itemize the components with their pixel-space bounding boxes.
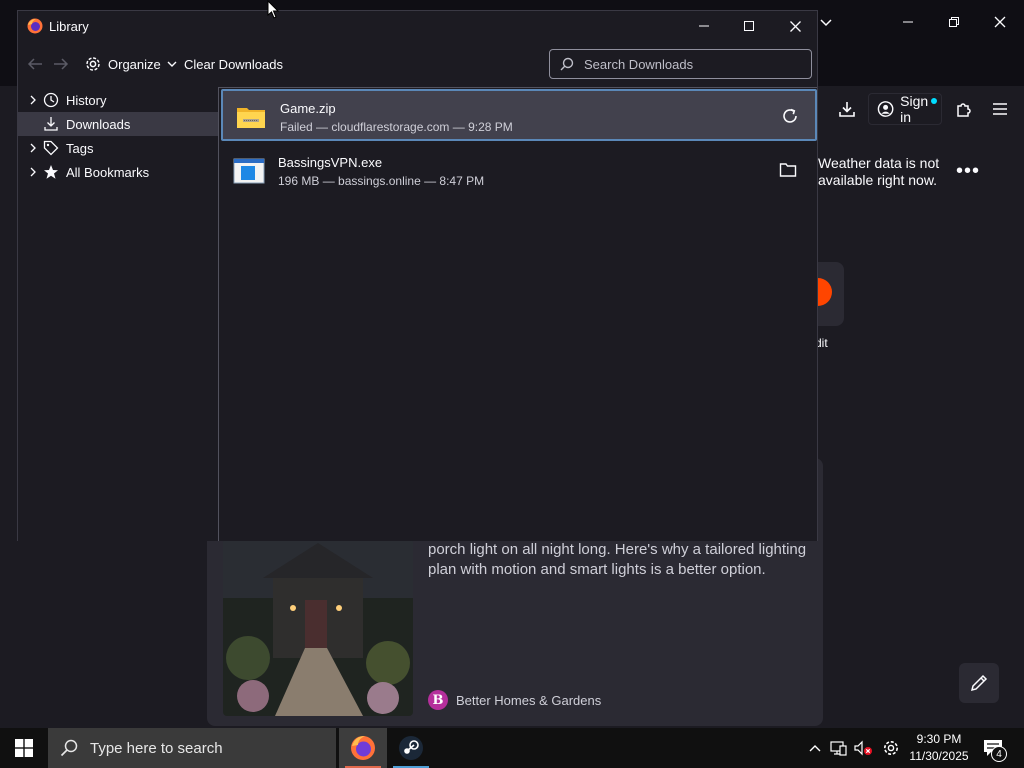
show-in-folder-icon[interactable]	[777, 159, 799, 181]
downloads-list: Game.zip Failed — cloudflarestorage.com …	[218, 87, 817, 541]
browser-restore-button[interactable]	[936, 10, 972, 34]
windows-logo-icon	[15, 739, 33, 757]
zip-folder-icon	[237, 108, 265, 128]
search-icon	[560, 57, 574, 71]
settings-gear-icon[interactable]	[879, 728, 903, 768]
steam-icon	[399, 736, 423, 760]
organize-button[interactable]: Organize	[84, 53, 177, 75]
library-toolbar: Organize Clear Downloads	[18, 41, 817, 87]
download-filename: BassingsVPN.exe	[278, 155, 383, 170]
expand-chevron-icon[interactable]	[26, 95, 40, 105]
taskbar-search-placeholder: Type here to search	[90, 739, 223, 757]
search-downloads-input[interactable]	[582, 55, 806, 73]
taskbar-clock[interactable]: 9:30 PM 11/30/2025	[905, 731, 973, 765]
library-maximize-button[interactable]	[729, 14, 769, 38]
clear-downloads-button[interactable]: Clear Downloads	[184, 57, 283, 72]
network-icon[interactable]	[828, 728, 850, 768]
star-icon	[42, 163, 60, 181]
expand-chevron-icon[interactable]	[26, 167, 40, 177]
sidebar-item-label: All Bookmarks	[66, 164, 150, 180]
sidebar-item-label: Tags	[66, 140, 94, 156]
browser-minimize-button[interactable]	[890, 10, 926, 34]
download-item[interactable]: BassingsVPN.exe 196 MB — bassings.online…	[221, 145, 817, 197]
library-minimize-button[interactable]	[684, 14, 724, 38]
clock-icon	[42, 91, 60, 109]
weather-more-icon[interactable]: •••	[956, 160, 980, 183]
sign-in-button[interactable]: Sign in	[868, 93, 942, 125]
taskbar-firefox-button[interactable]	[339, 728, 387, 768]
sidebar-item-all-bookmarks[interactable]: All Bookmarks	[18, 160, 218, 184]
sidebar-item-tags[interactable]: Tags	[18, 136, 218, 160]
source-name: Better Homes & Gardens	[456, 692, 602, 708]
gear-icon	[86, 57, 100, 71]
tag-icon	[42, 139, 60, 157]
download-icon	[42, 115, 60, 133]
sidebar-item-label: History	[66, 92, 107, 108]
browser-close-button[interactable]	[982, 10, 1018, 34]
notification-dot	[931, 98, 937, 104]
expand-chevron-icon[interactable]	[26, 143, 40, 153]
organize-label: Organize	[108, 56, 161, 72]
clock-time: 9:30 PM	[916, 732, 962, 746]
search-downloads-field[interactable]	[549, 49, 812, 79]
exe-window-icon	[233, 158, 265, 184]
story-text[interactable]: porch light on all night long. Here's wh…	[428, 540, 808, 580]
account-icon	[877, 101, 894, 117]
show-hidden-icons-chevron-icon[interactable]	[805, 728, 825, 768]
sidebar-item-label: Downloads	[66, 116, 131, 132]
download-status: 196 MB — bassings.online — 8:47 PM	[278, 174, 485, 188]
story-source: B Better Homes & Gardens	[428, 690, 601, 710]
story-image	[223, 538, 413, 716]
pencil-icon	[970, 674, 988, 692]
forward-arrow-icon[interactable]	[52, 55, 70, 73]
weather-message: Weather data is not available right now.	[818, 155, 940, 188]
customize-pencil-button[interactable]	[959, 663, 999, 703]
download-filename: Game.zip	[280, 101, 336, 116]
download-status: Failed — cloudflarestorage.com — 9:28 PM	[280, 120, 513, 134]
extensions-icon[interactable]	[950, 94, 978, 124]
downloads-icon[interactable]	[833, 94, 861, 124]
menu-icon[interactable]	[986, 94, 1014, 124]
volume-muted-icon[interactable]	[852, 728, 874, 768]
taskbar: Type here to search 9:30 PM 11/30/2025 4	[0, 728, 1024, 768]
library-window: Library Organize Clear Downloads Search …	[17, 10, 818, 541]
source-logo-icon: B	[428, 690, 448, 710]
clock-date: 11/30/2025	[909, 749, 969, 763]
retry-icon[interactable]	[779, 105, 801, 127]
library-title: Library	[49, 18, 89, 34]
back-arrow-icon[interactable]	[26, 55, 44, 73]
firefox-logo-icon	[27, 18, 43, 34]
mouse-cursor-icon	[267, 0, 279, 19]
taskbar-steam-button[interactable]	[387, 728, 435, 768]
library-sidebar: History Downloads Tags All Bookmarks	[18, 87, 219, 541]
firefox-icon	[351, 736, 375, 760]
notification-count-badge: 4	[991, 746, 1007, 762]
chevron-down-icon	[167, 61, 177, 67]
start-button[interactable]	[0, 728, 48, 768]
download-item[interactable]: Game.zip Failed — cloudflarestorage.com …	[221, 89, 817, 141]
sidebar-item-history[interactable]: History	[18, 88, 218, 112]
library-close-button[interactable]	[775, 14, 815, 38]
sidebar-item-downloads[interactable]: Downloads	[18, 112, 218, 136]
library-title-bar: Library	[18, 11, 817, 41]
taskbar-search-box[interactable]: Type here to search	[48, 728, 336, 768]
search-icon	[60, 739, 78, 757]
